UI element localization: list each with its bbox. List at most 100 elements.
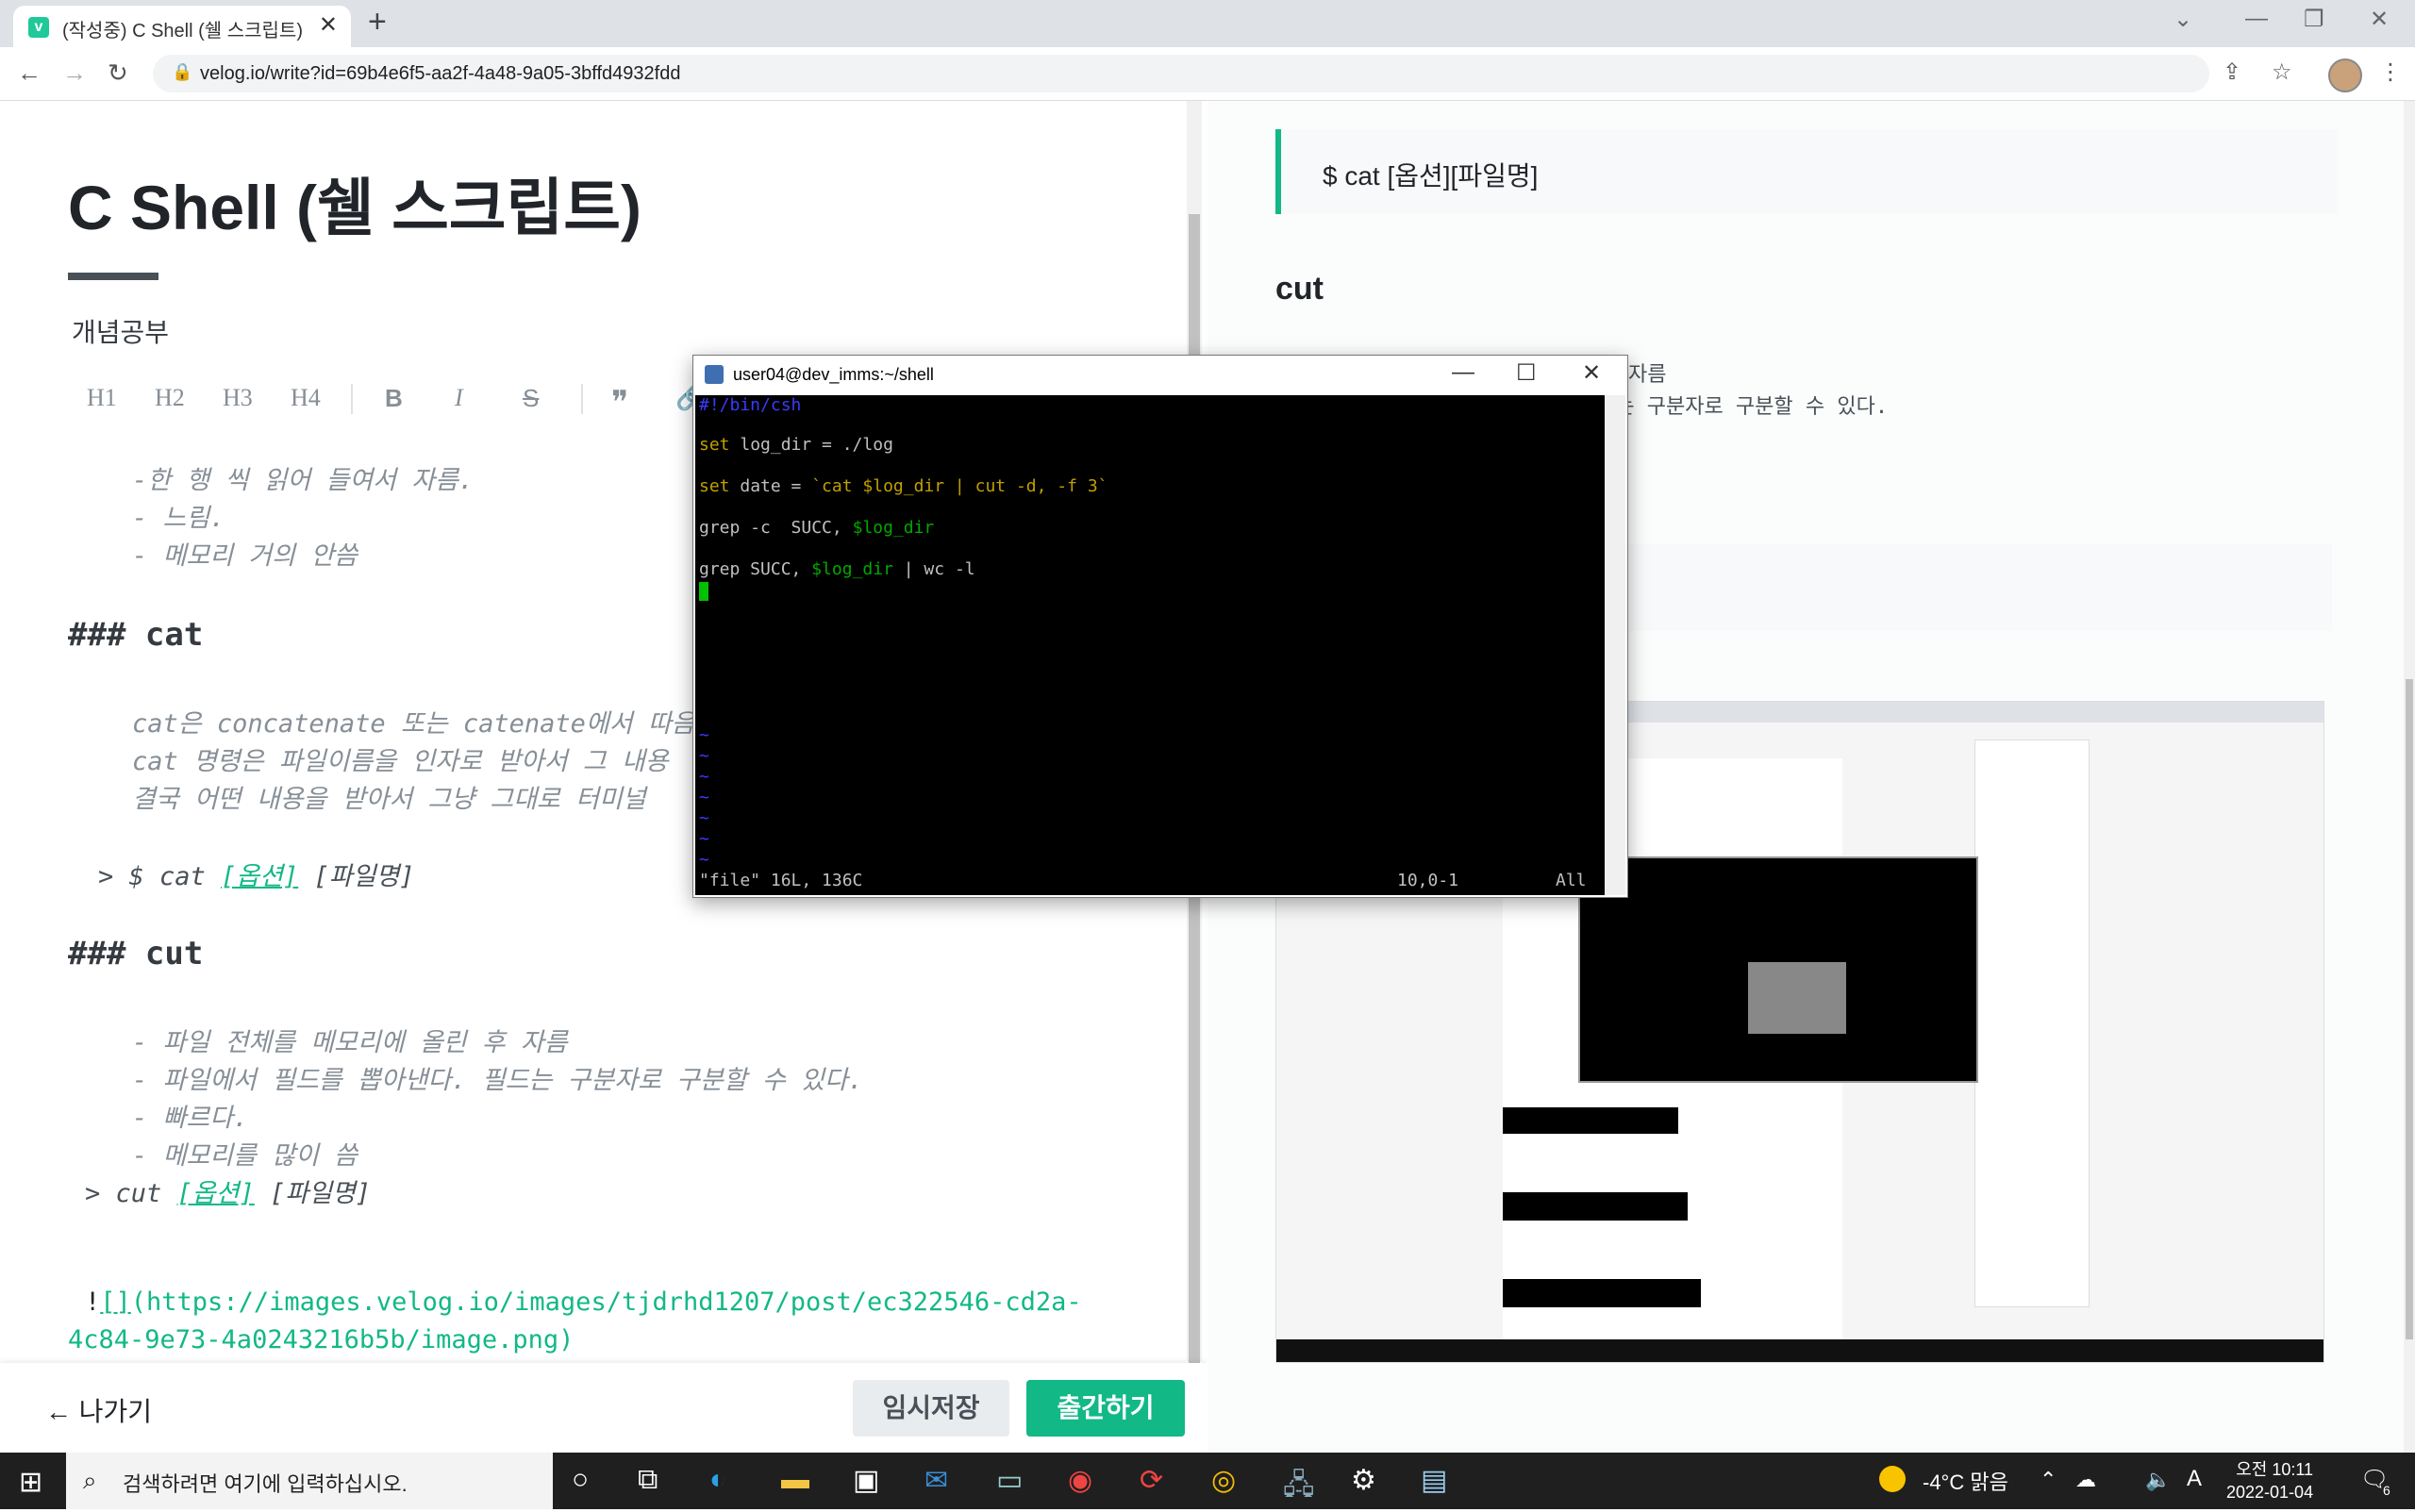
quote-prefix: > cut xyxy=(85,1179,177,1208)
editor-heading[interactable]: ### cat xyxy=(68,616,203,654)
sync-icon[interactable]: ⟳ xyxy=(1140,1464,1163,1497)
keyword: set xyxy=(699,476,730,496)
editor-quote-line[interactable]: > cut [옵션] [파일명] xyxy=(85,1172,371,1209)
h1-button[interactable]: H1 xyxy=(87,384,117,412)
image-prefix: ! xyxy=(85,1288,101,1317)
editor-line[interactable]: - 느림. xyxy=(132,497,225,534)
bold-button[interactable]: B xyxy=(385,384,403,413)
settings-icon[interactable]: ⚙ xyxy=(1351,1464,1376,1497)
scroll-lock-overlay xyxy=(1748,962,1846,1034)
back-icon[interactable]: ← xyxy=(17,58,42,88)
store-icon[interactable]: ▣ xyxy=(853,1464,879,1497)
code-text: log_dir = ./log xyxy=(729,435,893,455)
close-tab-icon[interactable]: ✕ xyxy=(319,11,338,39)
strike-button[interactable]: S xyxy=(523,384,539,413)
velog-favicon-icon: v xyxy=(28,17,49,38)
address-bar[interactable]: 🔒 velog.io/write?id=69b4e6f5-aa2f-4a48-9… xyxy=(153,55,2209,92)
editor-image-line[interactable]: ![](https://images.velog.io/images/tjdrh… xyxy=(85,1288,1082,1317)
code-text: | wc -l xyxy=(892,559,975,579)
code-text: grep -c SUCC, xyxy=(699,518,853,538)
preview-heading: cut xyxy=(1275,271,1324,307)
preview-quote-text: $ cat [옵션][파일명] xyxy=(1323,161,1539,191)
vim-status-pos: 10,0-1 xyxy=(1397,871,1459,890)
editor-line[interactable]: cat 명령은 파일이름을 인자로 받아서 그 내용 xyxy=(132,740,669,777)
putty-taskbar-icon[interactable]: 🖧 xyxy=(1283,1464,1314,1512)
save-draft-button[interactable]: 임시저장 xyxy=(853,1380,1009,1437)
file-explorer-icon[interactable]: ▬ xyxy=(781,1464,809,1496)
app-icon[interactable]: ▭ xyxy=(996,1464,1023,1497)
taskbar-search[interactable]: ⌕ 검색하려면 여기에 입력하십시오. xyxy=(66,1453,553,1509)
browser-tab-bar: v (작성중) C Shell (쉘 스크립트) ✕ + ⌄ — ❐ ✕ xyxy=(0,0,2415,47)
terminal-line: set date = `cat $log_dir | cut -d, -f 3` xyxy=(699,476,1108,496)
editor-image-line[interactable]: 4c84-9e73-4a0243216b5b/image.png) xyxy=(68,1325,574,1354)
minimize-button[interactable]: — xyxy=(2245,6,2268,32)
editor-line[interactable]: 결국 어떤 내용을 받아서 그냥 그대로 터미널 xyxy=(132,778,646,815)
close-window-button[interactable]: ✕ xyxy=(2370,6,2389,33)
tray-chevron-icon[interactable]: ⌃ xyxy=(2040,1468,2057,1492)
terminal-scrollbar[interactable] xyxy=(1605,395,1625,895)
post-title[interactable]: C Shell (쉘 스크립트) xyxy=(68,158,641,248)
exit-button[interactable]: ← 나가기 xyxy=(45,1391,152,1429)
terminal-titlebar[interactable]: user04@dev_imms:~/shell — ☐ ✕ xyxy=(693,356,1627,395)
app-red-icon[interactable]: ◉ xyxy=(1068,1464,1092,1497)
edge-icon[interactable]: ◐ xyxy=(709,1464,726,1496)
browser-tab[interactable]: v (작성중) C Shell (쉘 스크립트) ✕ xyxy=(13,6,351,47)
tab-search-icon[interactable]: ⌄ xyxy=(2174,6,2192,33)
editor-quote-line[interactable]: > $ cat [옵션] [파일명] xyxy=(98,856,415,892)
menu-dots-icon[interactable]: ⋮ xyxy=(2379,58,2402,86)
italic-button[interactable]: I xyxy=(455,384,463,412)
restore-button[interactable]: ❐ xyxy=(2304,6,2324,33)
tilde-line: ~ xyxy=(699,808,709,828)
terminal-maximize-button[interactable]: ☐ xyxy=(1516,359,1537,387)
new-tab-button[interactable]: + xyxy=(368,4,387,41)
editor-line[interactable]: - 파일에서 필드를 뽑아낸다. 필드는 구분자로 구분할 수 있다. xyxy=(132,1059,863,1096)
browser-toolbar: ← → ↻ 🔒 velog.io/write?id=69b4e6f5-aa2f-… xyxy=(0,47,2415,101)
preview-scroll-thumb[interactable] xyxy=(2406,679,2413,1339)
mail-icon[interactable]: ✉ xyxy=(924,1464,948,1497)
publish-button[interactable]: 출간하기 xyxy=(1026,1380,1185,1437)
notepad-icon[interactable]: ▤ xyxy=(1421,1464,1447,1497)
editor-line[interactable]: - 메모리 거의 안씀 xyxy=(132,535,358,572)
editor-line[interactable]: - 파일 전체를 메모리에 올린 후 자름 xyxy=(132,1022,568,1058)
preview-text: 자름 xyxy=(1628,363,1667,387)
preview-blockquote: $ cat [옵션][파일명] xyxy=(1275,129,2338,214)
windows-start-icon[interactable]: ⊞ xyxy=(19,1466,42,1499)
tab-title: (작성중) C Shell (쉘 스크립트) xyxy=(62,21,303,42)
tag-chip[interactable]: 개념공부 xyxy=(72,312,169,350)
vim-status-file: "file" 16L, 136C xyxy=(699,871,863,890)
onedrive-icon[interactable]: ☁ xyxy=(2075,1468,2096,1492)
profile-avatar[interactable] xyxy=(2328,58,2362,92)
forward-icon[interactable]: → xyxy=(62,58,87,88)
bookmark-star-icon[interactable]: ☆ xyxy=(2272,58,2292,86)
image-url: (https://images.velog.io/images/tjdrhd12… xyxy=(130,1288,1082,1317)
chrome-icon[interactable]: ◎ xyxy=(1211,1464,1236,1497)
clock[interactable]: 오전 10:11 2022-01-04 xyxy=(2226,1458,2313,1504)
clock-time: 오전 10:11 xyxy=(2236,1460,2314,1479)
task-view-icon[interactable]: ⧉ xyxy=(638,1464,658,1496)
editor-line[interactable]: - 메모리를 많이 씀 xyxy=(132,1135,358,1171)
terminal-minimize-button[interactable]: — xyxy=(1452,359,1474,386)
h4-button[interactable]: H4 xyxy=(291,384,321,412)
share-icon[interactable]: ⇪ xyxy=(2223,58,2241,86)
h3-button[interactable]: H3 xyxy=(223,384,253,412)
editor-line[interactable]: - 빠르다. xyxy=(132,1097,248,1134)
terminal-close-button[interactable]: ✕ xyxy=(1582,359,1601,387)
h2-button[interactable]: H2 xyxy=(155,384,185,412)
editor-line[interactable]: -한 행 씩 읽어 들여서 자름. xyxy=(132,459,474,496)
volume-icon[interactable]: 🔈 xyxy=(2145,1468,2171,1492)
putty-icon xyxy=(705,365,724,384)
reload-icon[interactable]: ↻ xyxy=(108,58,128,88)
cortana-icon[interactable]: ○ xyxy=(572,1464,589,1496)
quote-file: [파일명] xyxy=(254,1179,372,1208)
weather-text[interactable]: -4°C 맑음 xyxy=(1923,1466,2008,1496)
nested-code-block xyxy=(1503,1107,1678,1134)
url-text: velog.io/write?id=69b4e6f5-aa2f-4a48-9a0… xyxy=(200,63,681,84)
terminal-line: grep -c SUCC, $log_dir xyxy=(699,518,934,538)
terminal-window[interactable]: user04@dev_imms:~/shell — ☐ ✕ #!/bin/csh… xyxy=(692,355,1628,898)
ime-icon[interactable]: A xyxy=(2187,1466,2202,1492)
nested-taskbar xyxy=(1276,1339,2323,1362)
terminal-screen[interactable]: #!/bin/csh set log_dir = ./log set date … xyxy=(695,395,1605,895)
editor-heading[interactable]: ### cut xyxy=(68,935,203,972)
quote-button[interactable]: ❞ xyxy=(611,384,628,422)
editor-line[interactable]: cat은 concatenate 또는 catenate에서 따음 xyxy=(132,703,695,739)
